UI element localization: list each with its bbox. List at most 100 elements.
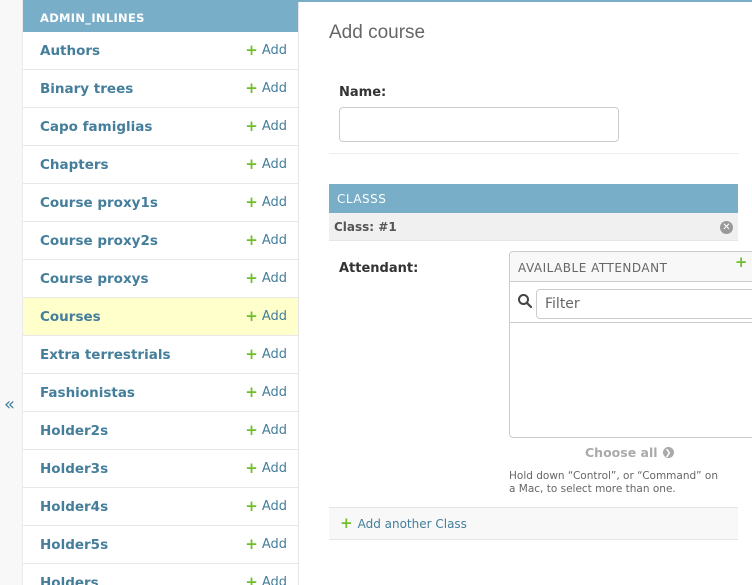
sidebar-item[interactable]: Holder4s + Add: [23, 488, 298, 526]
plus-icon: +: [245, 231, 258, 249]
sidebar-item-link[interactable]: Binary trees: [40, 81, 133, 97]
add-model-link[interactable]: + Add: [245, 345, 287, 363]
sidebar-item[interactable]: Course proxy2s + Add: [23, 222, 298, 260]
add-label: Add: [261, 309, 287, 324]
sidebar-item[interactable]: Fashionistas + Add: [23, 374, 298, 412]
sidebar-item[interactable]: Holder3s + Add: [23, 450, 298, 488]
add-label: Add: [261, 461, 287, 476]
add-label: Add: [261, 195, 287, 210]
add-model-link[interactable]: + Add: [245, 307, 287, 325]
sidebar-item-link[interactable]: Fashionistas: [40, 385, 135, 401]
add-label: Add: [261, 537, 287, 552]
sidebar-item[interactable]: Course proxy1s + Add: [23, 184, 298, 222]
add-label: Add: [261, 233, 287, 248]
sidebar-item[interactable]: Holder2s + Add: [23, 412, 298, 450]
plus-icon: +: [245, 79, 258, 97]
sidebar-item[interactable]: Authors + Add: [23, 32, 298, 70]
plus-icon: +: [245, 307, 258, 325]
sidebar-item-link[interactable]: Chapters: [40, 157, 109, 173]
plus-icon: +: [245, 269, 258, 287]
search-icon: [518, 294, 533, 309]
add-attendant-icon[interactable]: +: [735, 253, 748, 271]
filter-input[interactable]: Filter: [536, 289, 752, 319]
choose-all-link[interactable]: Choose all ❯: [585, 445, 674, 460]
add-model-link[interactable]: + Add: [245, 421, 287, 439]
add-label: Add: [261, 271, 287, 286]
sidebar-item[interactable]: Capo famiglias + Add: [23, 108, 298, 146]
plus-icon: +: [245, 535, 258, 553]
available-attendant-selector: AVAILABLE ATTENDANT + Filter: [509, 251, 752, 438]
plus-icon: +: [245, 421, 258, 439]
add-label: Add: [261, 347, 287, 362]
add-model-link[interactable]: + Add: [245, 535, 287, 553]
plus-icon: +: [245, 117, 258, 135]
plus-icon: +: [245, 573, 258, 585]
add-label: Add: [261, 499, 287, 514]
app-caption[interactable]: ADMIN_INLINES: [23, 2, 298, 32]
divider: [329, 153, 739, 154]
help-text: Hold down “Control”, or “Command” on a M…: [509, 470, 719, 495]
sidebar-item-link[interactable]: Course proxys: [40, 271, 148, 287]
plus-icon: +: [245, 155, 258, 173]
add-model-link[interactable]: + Add: [245, 499, 287, 515]
sidebar-item-link[interactable]: Extra terrestrials: [40, 347, 170, 363]
sidebar-item-link[interactable]: Courses: [40, 309, 101, 325]
add-label: Add: [261, 423, 287, 438]
sidebar-toggle-strip[interactable]: «: [0, 0, 23, 585]
selector-title-text: AVAILABLE ATTENDANT: [518, 261, 668, 275]
page-title: Add course: [329, 22, 426, 43]
sidebar-item[interactable]: Extra terrestrials + Add: [23, 336, 298, 374]
filter-row: Filter: [510, 282, 752, 323]
plus-icon: +: [245, 459, 258, 477]
app-sidebar: ADMIN_INLINES Authors + Add Binary trees + Ad…: [23, 2, 299, 585]
add-label: Add: [261, 43, 287, 58]
choose-all-label: Choose all: [585, 445, 658, 460]
add-model-link[interactable]: + Add: [245, 79, 287, 97]
inline-group-header: CLASSS: [329, 184, 738, 213]
sidebar-item[interactable]: Binary trees + Add: [23, 70, 298, 108]
add-model-link[interactable]: + Add: [245, 117, 287, 135]
add-label: Add: [261, 81, 287, 96]
main-content: Add course Name: CLASSS Class: #1 ✕ Atte…: [329, 0, 752, 585]
add-model-link[interactable]: + Add: [245, 231, 287, 249]
sidebar-item-link[interactable]: Holder3s: [40, 461, 108, 477]
plus-icon: +: [245, 41, 258, 59]
sidebar-item-link[interactable]: Capo famiglias: [40, 119, 152, 135]
sidebar-item-link[interactable]: Course proxy2s: [40, 233, 158, 249]
sidebar-item-link[interactable]: Holder4s: [40, 499, 108, 515]
add-model-link[interactable]: + Add: [245, 155, 287, 173]
add-model-link[interactable]: + Add: [245, 383, 287, 401]
name-field[interactable]: [339, 107, 619, 142]
add-another-class-row[interactable]: + Add another Class: [329, 507, 738, 540]
plus-icon: +: [245, 193, 258, 211]
sidebar-item-link[interactable]: Holders: [40, 575, 99, 585]
available-options-list[interactable]: [510, 323, 752, 437]
add-label: Add: [261, 157, 287, 172]
add-another-class-link[interactable]: Add another Class: [358, 517, 467, 531]
delete-inline-icon[interactable]: ✕: [720, 221, 733, 234]
inline-item-header: Class: #1 ✕: [329, 213, 738, 241]
model-list: Authors + Add Binary trees + Add Capo famiglia…: [23, 32, 298, 585]
add-model-link[interactable]: + Add: [245, 41, 287, 59]
selector-title: AVAILABLE ATTENDANT +: [510, 252, 752, 282]
sidebar-item-link[interactable]: Course proxy1s: [40, 195, 158, 211]
add-icon: +: [340, 514, 353, 532]
sidebar-item-link[interactable]: Holder2s: [40, 423, 108, 439]
inline-item-label: Class: #1: [334, 220, 397, 234]
add-model-link[interactable]: + Add: [245, 269, 287, 287]
plus-icon: +: [245, 383, 258, 401]
collapse-sidebar-icon[interactable]: «: [4, 394, 15, 415]
sidebar-item[interactable]: Chapters + Add: [23, 146, 298, 184]
add-model-link[interactable]: + Add: [245, 193, 287, 211]
name-label: Name:: [339, 85, 387, 100]
sidebar-item-link[interactable]: Authors: [40, 43, 100, 59]
add-model-link[interactable]: + Add: [245, 575, 287, 585]
add-model-link[interactable]: + Add: [245, 459, 287, 477]
sidebar-item-link[interactable]: Holder5s: [40, 537, 108, 553]
sidebar-item[interactable]: Holder5s + Add: [23, 526, 298, 564]
sidebar-item[interactable]: Courses + Add: [23, 298, 298, 336]
plus-icon: +: [245, 345, 258, 363]
chevron-right-icon: ❯: [662, 447, 674, 458]
sidebar-item[interactable]: Holders + Add: [23, 564, 298, 585]
sidebar-item[interactable]: Course proxys + Add: [23, 260, 298, 298]
